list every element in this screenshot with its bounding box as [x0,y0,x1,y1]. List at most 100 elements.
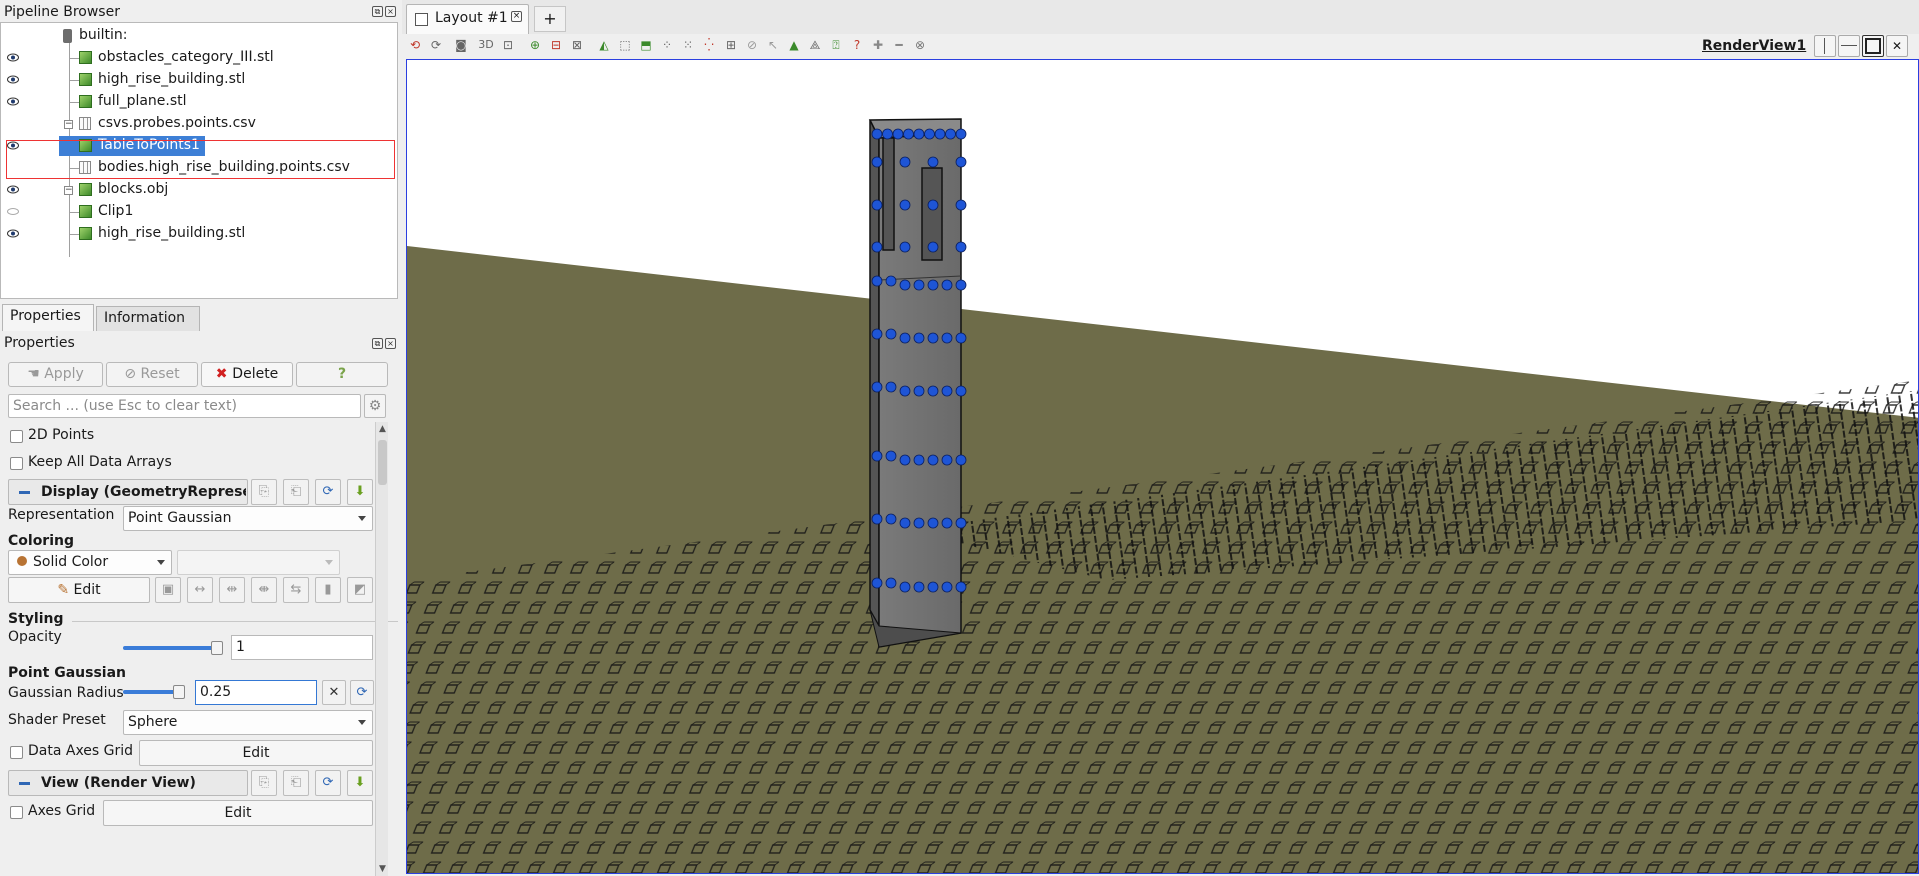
toggle-3d-button[interactable]: 3D [475,36,497,54]
display-section-header[interactable]: Display (GeometryRepresentation) [8,479,248,505]
delete-map-icon[interactable]: ▮ [315,577,341,603]
select-polygon-icon[interactable]: ⬚ [616,36,634,54]
render-view-3d[interactable] [406,59,1919,874]
search-input[interactable]: Search ... (use Esc to clear text) [8,394,361,418]
gear-icon[interactable]: ⚙ [364,394,386,418]
add-layout-tab-button[interactable]: + [534,6,566,32]
clear-selection-icon[interactable]: ↖ [764,36,782,54]
eye-hidden-icon[interactable] [7,207,19,216]
refresh-icon[interactable]: ⟳ [315,479,341,505]
close-view-icon[interactable]: ✕ [1886,35,1908,57]
pipeline-item-high-rise-building[interactable]: high_rise_building.stl [1,69,397,91]
pipeline-item-clip1[interactable]: Clip1 [1,201,397,223]
plot-selection-icon[interactable]: ⟁ [806,36,824,54]
undock-icon[interactable]: ⧉ [372,6,383,17]
tab-information[interactable]: Information [96,306,200,331]
hover-cells-icon[interactable]: ⁛ [700,36,718,54]
add-view-icon[interactable]: ✚ [869,36,887,54]
opacity-input[interactable]: 1 [231,635,373,660]
pipeline-item-obstacles[interactable]: obstacles_category_III.stl [1,47,397,69]
rescale-visible-icon[interactable]: ⇆ [283,577,309,603]
hover-points-icon[interactable]: ⁙ [679,36,697,54]
reset-camera-closest-icon[interactable]: ⟳ [427,36,445,54]
split-vertical-icon[interactable] [1838,35,1860,57]
select-blocks-icon[interactable]: ⬒ [637,36,655,54]
eye-icon[interactable] [7,229,19,238]
representation-select[interactable]: Point Gaussian [123,506,373,531]
eye-icon[interactable] [7,75,19,84]
scrollbar-thumb[interactable] [378,440,387,485]
close-icon[interactable]: × [385,338,396,349]
collapse-icon[interactable]: − [64,120,73,129]
interactive-select-icon[interactable]: ⁘ [658,36,676,54]
rescale-range-icon[interactable]: ↔ [187,577,213,603]
data-axes-grid-edit-button[interactable]: Edit [139,740,373,766]
properties-scroll-area[interactable]: 2D Points Keep All Data Arrays Display (… [0,422,398,876]
coloring-component-select[interactable] [177,550,340,575]
rescale-temporal-icon[interactable]: ⇼ [251,577,277,603]
maximize-icon[interactable] [1862,35,1884,57]
scroll-down-icon[interactable]: ▼ [376,862,389,876]
select-cells-on-icon[interactable]: ⊕ [526,36,544,54]
scroll-up-icon[interactable]: ▲ [376,422,389,436]
gaussian-radius-input[interactable]: 0.25 [195,680,317,705]
paste-icon[interactable]: ⎗ [283,479,309,505]
shrink-selection-icon[interactable]: ⊘ [743,36,761,54]
close-tab-icon[interactable]: × [511,11,522,22]
collapse-icon[interactable]: − [64,186,73,195]
split-horizontal-icon[interactable] [1814,35,1836,57]
pipeline-item-csvs-probes[interactable]: − csvs.probes.points.csv [1,113,397,135]
select-cells-through-icon[interactable]: ⊠ [568,36,586,54]
pipeline-item-builtin[interactable]: builtin: [1,25,397,47]
eye-icon[interactable] [7,53,19,62]
save-defaults-icon[interactable]: ⬇ [347,479,373,505]
camera-capture-icon[interactable]: ◙ [452,36,470,54]
layout-tab[interactable]: Layout #1 × [406,4,529,34]
scene-canvas[interactable] [407,60,1919,874]
query-icon[interactable]: ? [848,36,866,54]
keep-all-arrays-checkbox[interactable] [10,457,23,470]
apply-button[interactable]: ☚ Apply [8,362,103,387]
find-data-icon[interactable]: ⍰ [827,36,845,54]
remove-view-icon[interactable]: ━ [890,36,908,54]
opacity-slider-handle[interactable] [211,641,223,655]
choose-preset-icon[interactable]: ◩ [347,577,373,603]
edit-color-button[interactable]: ✎ Edit [8,577,150,603]
shader-preset-select[interactable]: Sphere [123,710,373,735]
clear-icon[interactable]: ✕ [322,680,346,705]
axes-grid-edit-button[interactable]: Edit [103,800,373,826]
grow-selection-icon[interactable]: ⊞ [722,36,740,54]
select-points-on-icon[interactable]: ⊟ [547,36,565,54]
paste-icon[interactable]: ⎗ [283,770,309,796]
reset-button[interactable]: ⊘ Reset [106,362,198,387]
gaussian-radius-slider-handle[interactable] [173,685,185,699]
help-button[interactable]: ? [296,362,388,387]
eye-icon[interactable] [7,185,19,194]
reset-camera-icon[interactable]: ⟲ [406,36,424,54]
delete-button[interactable]: ✖ Delete [201,362,293,387]
copy-icon[interactable]: ⎘ [251,770,277,796]
reset-value-icon[interactable]: ⟳ [350,680,374,705]
opacity-slider[interactable] [123,641,223,655]
pipeline-item-blocks-obj[interactable]: − blocks.obj [1,179,397,201]
save-defaults-icon[interactable]: ⬇ [347,770,373,796]
pipeline-tree[interactable]: builtin: obstacles_category_III.stl high… [0,22,398,299]
coloring-select[interactable]: Solid Color [8,550,172,575]
axes-grid-checkbox[interactable] [10,806,23,819]
color-legend-icon[interactable]: ▣ [155,577,181,603]
eye-icon[interactable] [7,97,19,106]
select-points-through-icon[interactable]: ◭ [595,36,613,54]
refresh-icon[interactable]: ⟳ [315,770,341,796]
copy-icon[interactable]: ⎘ [251,479,277,505]
pipeline-item-high-rise-building-2[interactable]: high_rise_building.stl [1,223,397,245]
tab-properties[interactable]: Properties [2,304,94,331]
extract-selection-icon[interactable]: ▲ [785,36,803,54]
zoom-to-box-icon[interactable]: ⊡ [499,36,517,54]
2d-points-checkbox[interactable] [10,430,23,443]
rescale-custom-icon[interactable]: ⇹ [219,577,245,603]
data-axes-grid-checkbox[interactable] [10,746,23,759]
close-icon[interactable]: × [385,6,396,17]
gaussian-radius-slider[interactable] [123,685,185,699]
properties-scrollbar[interactable]: ▲ ▼ [375,422,388,876]
view-section-header[interactable]: View (Render View) [8,770,248,796]
